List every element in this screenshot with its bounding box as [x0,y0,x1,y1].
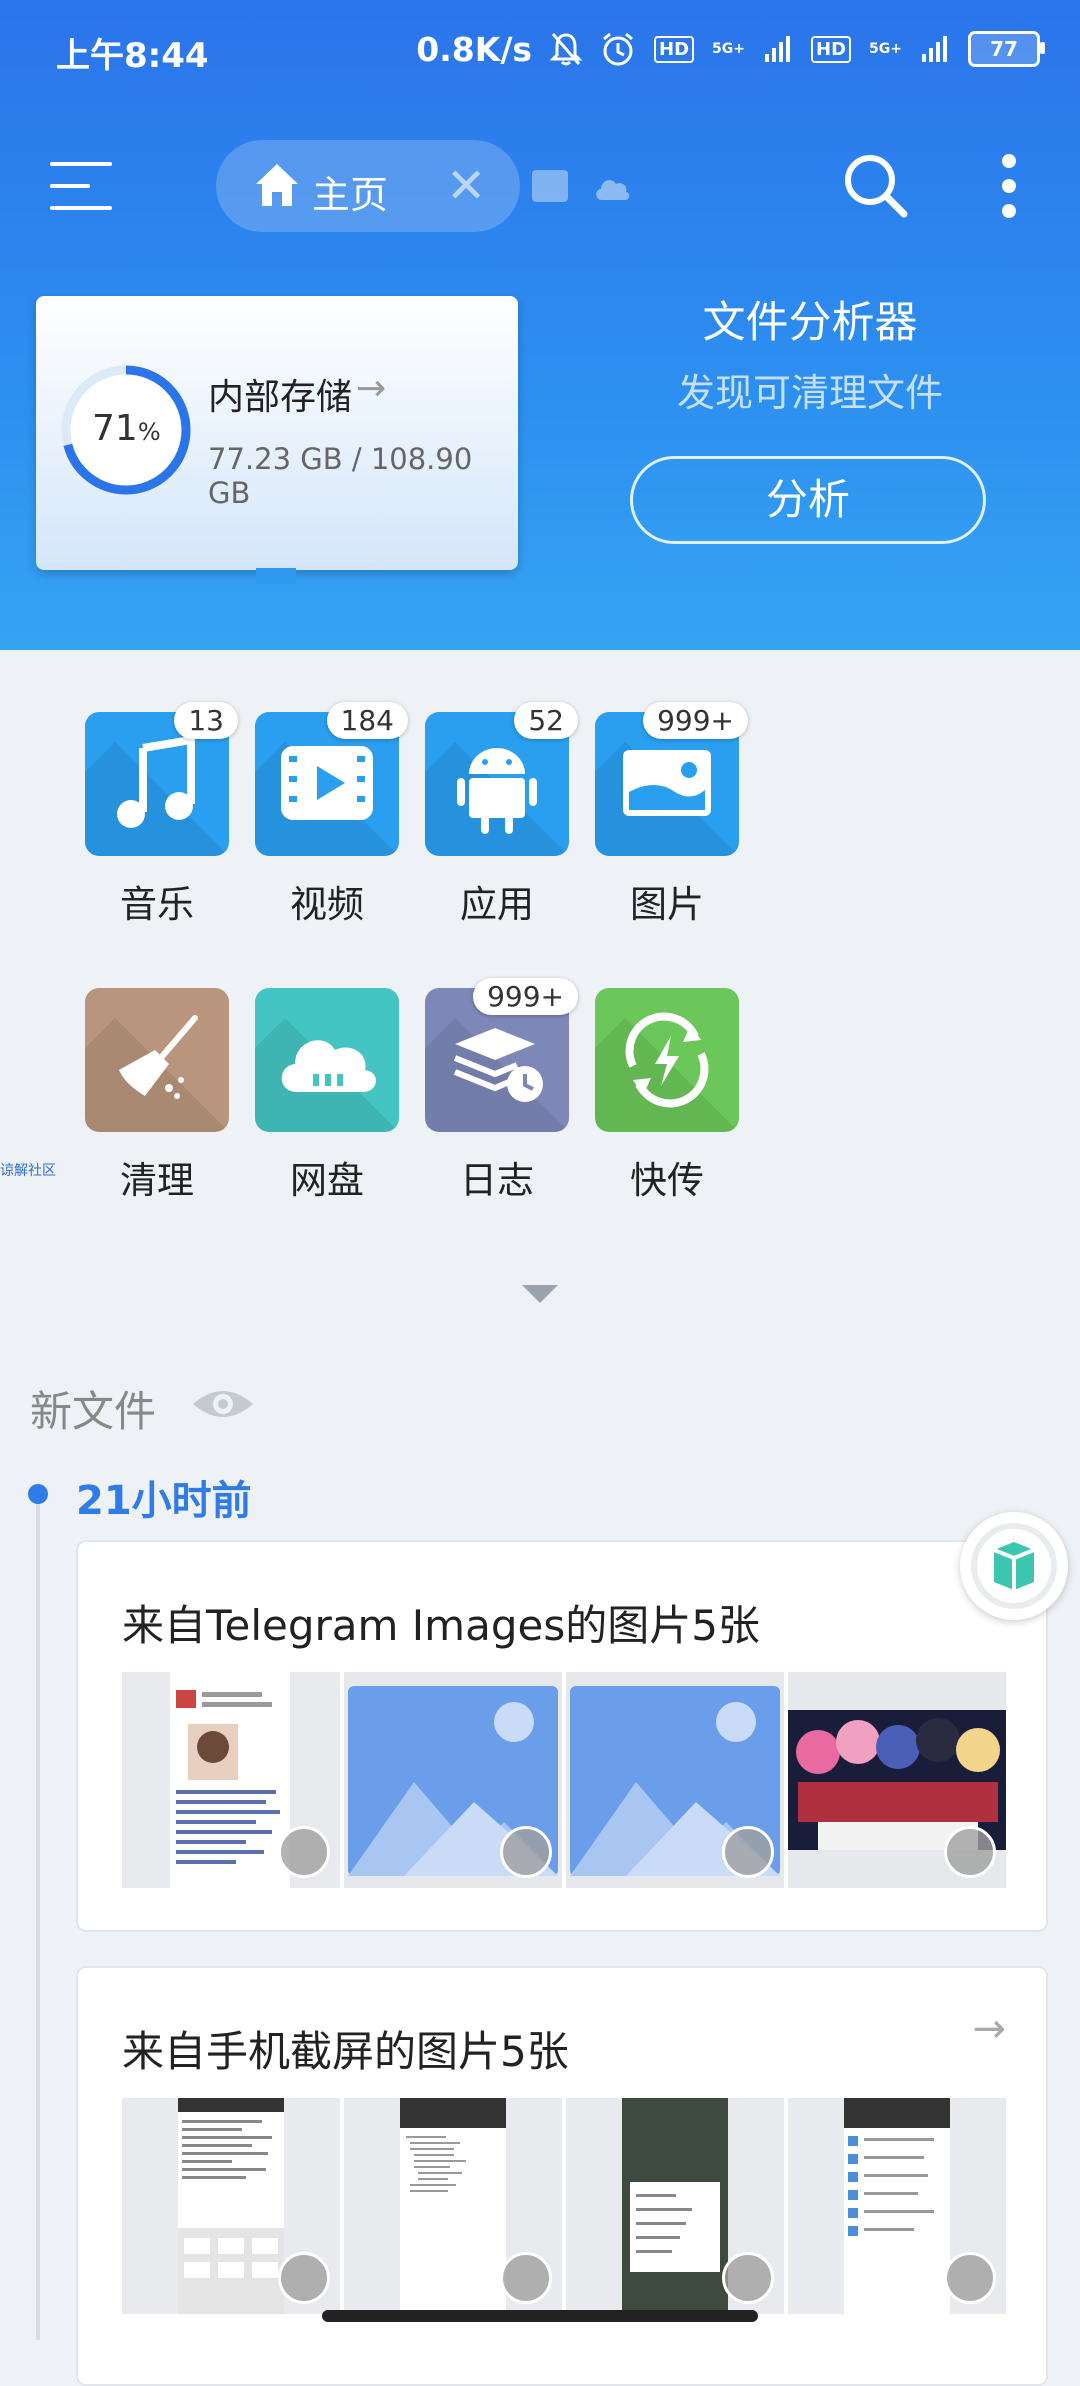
category-cloud-drive[interactable]: 网盘 [242,988,412,1204]
expand-arrow-icon[interactable] [522,1285,558,1303]
category-log[interactable]: 999+ 日志 [412,978,582,1204]
floating-box-button[interactable] [960,1512,1068,1620]
cloud-icon[interactable] [592,172,632,202]
storage-percent: 71% [92,408,161,449]
hd-badge-2: HD [811,35,852,63]
arrow-right-icon: → [356,368,387,409]
category-label: 网盘 [290,1159,364,1202]
file-group-card-screenshots[interactable]: 来自手机截屏的图片5张 → [76,1966,1048,2386]
category-label: 图片 [630,883,704,926]
category-label: 视频 [290,883,364,926]
thumbnail[interactable] [566,1672,784,1888]
select-circle[interactable] [722,2252,774,2304]
card-notch [256,568,296,584]
thumbnail[interactable] [122,2098,340,2314]
cloud-drive-icon [255,988,399,1132]
hd-badge: HD [654,35,695,63]
signal-label-2: 5G+ [869,41,902,57]
alarm-icon [603,32,633,66]
category-android[interactable]: 52 应用 [412,702,582,928]
analyzer-title: 文件分析器 [702,298,918,348]
menu-icon[interactable] [50,158,112,212]
thumbnail[interactable] [344,1672,562,1888]
category-transfer[interactable]: 快传 [582,988,752,1204]
select-circle[interactable] [278,1826,330,1878]
category-label: 音乐 [120,883,194,926]
more-options-icon[interactable] [998,152,1022,220]
count-badge: 52 [514,702,578,739]
category-image[interactable]: 999+ 图片 [582,702,752,928]
select-circle[interactable] [944,2252,996,2304]
select-circle[interactable] [722,1826,774,1878]
signal-icon-2 [922,36,947,62]
select-circle[interactable] [278,2252,330,2304]
signal-icon [765,36,791,62]
thumbnail[interactable] [122,1672,340,1888]
storage-size: 77.23 GB / 108.90 GB [208,442,473,510]
select-circle[interactable] [944,1826,996,1878]
timeline-line [36,1500,40,2340]
count-badge: 184 [326,702,408,739]
analyzer-subtitle: 发现可清理文件 [676,371,943,415]
new-files-title: 新文件 [30,1387,157,1436]
mute-bell-icon [550,33,583,66]
count-badge: 999+ [643,702,748,739]
category-music[interactable]: 13 音乐 [72,702,242,928]
broom-icon [85,988,229,1132]
timeline-dot [28,1484,48,1504]
category-label: 日志 [460,1159,534,1202]
eye-icon[interactable] [190,1384,256,1424]
thumbnail-row [122,2098,1006,2314]
card-title: 来自Telegram Images的图片5张 [122,1601,760,1650]
select-circle[interactable] [500,1826,552,1878]
status-bar: 上午8:44 0.8K/s HD 5G+ HD 5G+ 77 [0,0,1080,100]
internal-storage-card[interactable]: 71% 内部存储 → 77.23 GB / 108.90 GB [36,296,518,584]
thumbnail[interactable] [344,2098,562,2314]
category-label: 清理 [120,1159,194,1202]
category-label: 应用 [460,883,534,926]
sd-card-icon[interactable] [532,170,568,202]
thumbnail-row [122,1672,1006,1888]
card-title: 来自手机截屏的图片5张 [122,2027,569,2076]
home-icon [256,164,298,206]
tab-home[interactable]: 主页 ✕ [216,140,520,232]
count-badge: 13 [174,702,238,739]
thumbnail[interactable] [566,2098,784,2314]
signal-label: 5G+ [712,41,746,57]
analyze-button[interactable]: 分析 [630,456,986,544]
search-icon[interactable] [842,152,910,220]
close-tab-icon[interactable]: ✕ [446,158,486,214]
status-icons: 0.8K/s HD 5G+ HD 5G+ 77 [416,24,1045,74]
transfer-icon [595,988,739,1132]
file-group-card-telegram[interactable]: 来自Telegram Images的图片5张 [76,1540,1048,1932]
thumbnail[interactable] [788,2098,1006,2314]
select-circle[interactable] [500,2252,552,2304]
category-video[interactable]: 184 视频 [242,702,412,928]
tab-home-label: 主页 [312,173,389,217]
home-indicator[interactable] [322,2310,758,2322]
time-group-label: 21小时前 [76,1478,252,1524]
net-speed: 0.8K/s [416,29,533,69]
category-label: 快传 [630,1159,704,1202]
header: 上午8:44 0.8K/s HD 5G+ HD 5G+ 77 主页 ✕ 71% … [0,0,1080,650]
count-badge: 999+ [473,978,578,1015]
storage-title: 内部存储 [208,377,353,418]
arrow-right-icon[interactable]: → [972,2006,1006,2052]
battery-icon: 77 [968,31,1045,67]
cube-icon [971,1523,1057,1609]
status-time: 上午8:44 [56,36,209,76]
category-broom[interactable]: 清理 [72,988,242,1204]
side-tag[interactable]: 谅解社区 [0,1160,56,1180]
thumbnail[interactable] [788,1672,1006,1888]
